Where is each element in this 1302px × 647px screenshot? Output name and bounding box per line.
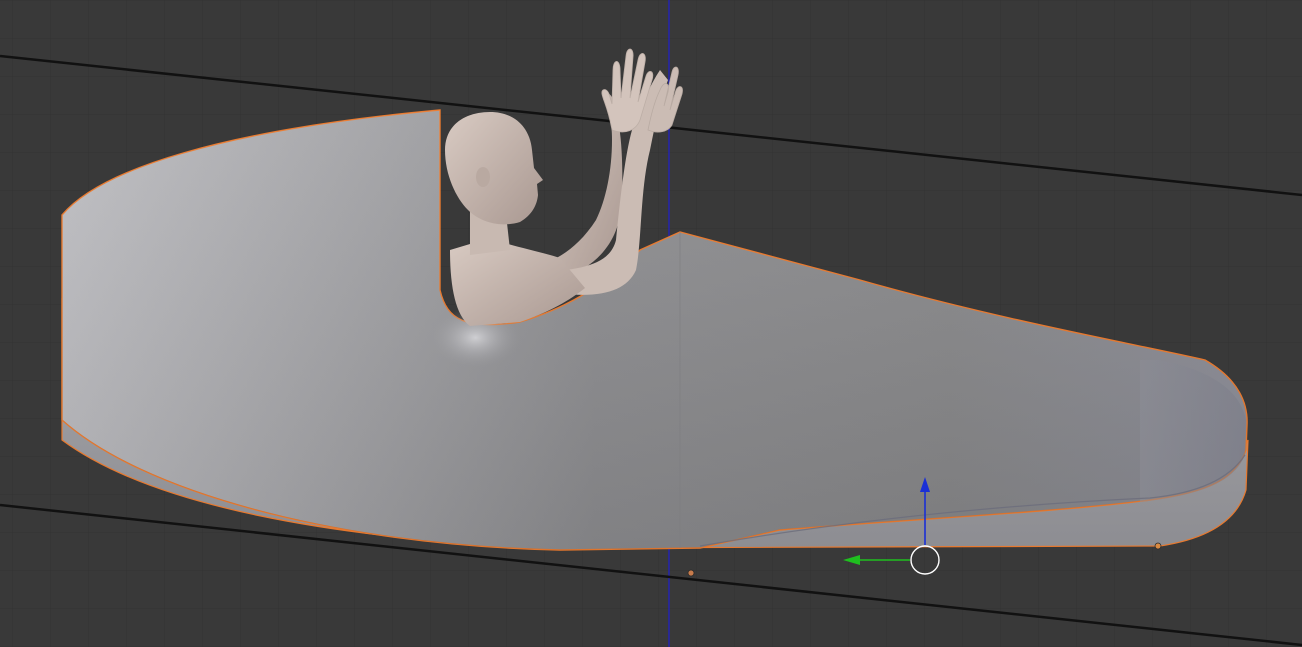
3d-viewport[interactable]: [0, 0, 1302, 647]
vertex-point-icon[interactable]: [1154, 542, 1162, 550]
figure-ear: [476, 167, 490, 187]
object-origin-icon[interactable]: [687, 569, 695, 577]
